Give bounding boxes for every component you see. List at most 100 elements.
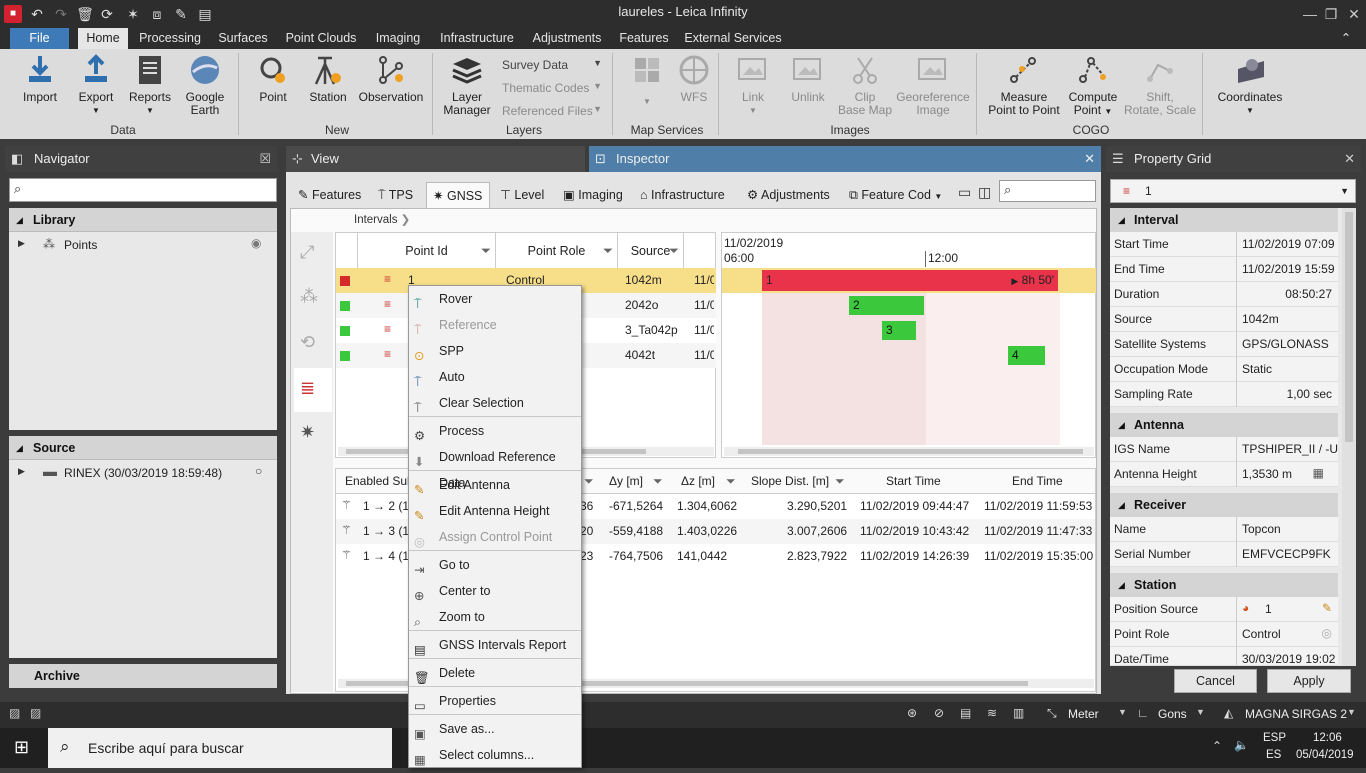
column-header-point-role[interactable]: Point Role ⏷ xyxy=(496,233,618,269)
navigator-search-input[interactable]: ⌕ xyxy=(9,178,277,202)
tab-infrastructure[interactable]: Infrastructure xyxy=(436,28,518,49)
tab-feature-codes[interactable]: ⧉ Feature Cod ▼ xyxy=(849,182,942,208)
menu-item-zoom-to[interactable]: ⌕ Zoom to xyxy=(409,604,581,630)
speaker-icon[interactable]: 🔈 xyxy=(1234,738,1249,752)
column-header-enabled-sub[interactable]: Enabled Sub xyxy=(345,469,414,494)
tree-item-rinex[interactable]: ▶ ▬ RINEX (30/03/2019 18:59:48) ○ xyxy=(9,461,277,485)
tab-level[interactable]: ⊤ Level xyxy=(500,182,544,208)
section-station[interactable]: ◢ Station xyxy=(1110,573,1338,597)
menu-item-edit-antenna-height[interactable]: ✎ Edit Antenna Height xyxy=(409,498,581,524)
minimize-icon[interactable]: — xyxy=(1300,4,1320,24)
chevron-up-icon[interactable]: ⌃ xyxy=(1212,739,1222,753)
network-icon[interactable]: ⁂ xyxy=(300,286,318,307)
menu-item-edit-antenna[interactable]: ✎ Edit Antenna xyxy=(409,472,581,498)
export-button[interactable]: Export ▼ xyxy=(70,53,122,117)
column-header-start-time[interactable]: Start Time xyxy=(886,469,941,494)
menu-item-gnss-intervals-report[interactable]: ▤ GNSS Intervals Report xyxy=(409,632,581,658)
menu-item-properties[interactable]: ▭ Properties xyxy=(409,688,581,714)
section-interval[interactable]: ◢ Interval xyxy=(1110,208,1338,232)
menu-item-clear-selection[interactable]: ⍑ Clear Selection xyxy=(409,390,581,416)
new-point-button[interactable]: Point xyxy=(248,53,298,104)
tab-features[interactable]: ✎ Features xyxy=(298,182,361,208)
menu-item-save-as[interactable]: ▣ Save as... xyxy=(409,716,581,742)
column-header-point-id[interactable]: Point Id ⏷ xyxy=(358,233,496,269)
tab-adjustments[interactable]: Adjustments xyxy=(528,28,606,49)
property-row[interactable]: Position Source 1 ◕ ✎ xyxy=(1110,597,1338,622)
survey-data-dropdown[interactable]: Survey Data ▼ xyxy=(502,58,602,72)
tab-processing[interactable]: Processing xyxy=(136,28,204,49)
collapse-ribbon-icon[interactable]: ⌃ xyxy=(1336,28,1356,49)
georeference-image-button[interactable]: Georeference Image xyxy=(896,53,970,117)
menu-item-delete[interactable]: 🗑 Delete xyxy=(409,660,581,686)
referenced-files-dropdown[interactable]: Referenced Files ▼ xyxy=(502,104,602,118)
edit-pencil-icon[interactable]: ✎ xyxy=(1322,601,1332,615)
close-inspector-icon[interactable]: ✕ xyxy=(1084,146,1095,172)
interval-bar-2[interactable]: 2 xyxy=(849,296,924,315)
section-antenna[interactable]: ◢ Antenna xyxy=(1110,413,1338,437)
clip-base-map-button[interactable]: Clip Base Map xyxy=(836,53,894,117)
unlink-image-button[interactable]: Unlink xyxy=(782,53,834,104)
calculator-icon[interactable]: ▦ xyxy=(1313,466,1324,480)
column-header-end-time[interactable]: End Time xyxy=(1012,469,1063,494)
split-view-icon[interactable]: ◫ xyxy=(978,184,991,201)
apply-button[interactable]: Apply xyxy=(1267,669,1351,693)
map-tiles-button[interactable]: ▼ xyxy=(624,53,670,108)
tab-infrastructure[interactable]: ⌂ Infrastructure xyxy=(640,182,725,208)
property-row[interactable]: IGS Name TPSHIPER_II / -U xyxy=(1110,437,1338,462)
tab-adjustments[interactable]: ⚙ Adjustments xyxy=(747,182,830,208)
link-image-button[interactable]: Link ▼ xyxy=(728,53,778,117)
tab-point-clouds[interactable]: Point Clouds xyxy=(282,28,360,49)
tab-external-services[interactable]: External Services xyxy=(682,28,784,49)
menu-item-auto[interactable]: ⍑ Auto xyxy=(409,364,581,390)
menu-item-select-columns[interactable]: ▦ Select columns... xyxy=(409,742,581,768)
menu-item-go-to[interactable]: ⇥ Go to xyxy=(409,552,581,578)
tab-home[interactable]: Home xyxy=(78,28,128,49)
tab-features[interactable]: Features xyxy=(616,28,672,49)
menu-item-center-to[interactable]: ⊕ Center to xyxy=(409,578,581,604)
coordinates-button[interactable]: Coordinates ▼ xyxy=(1210,53,1290,117)
shift-rotate-scale-button[interactable]: Shift, Rotate, Scale xyxy=(1122,53,1198,117)
layers-status-icon[interactable]: ≋ xyxy=(987,706,997,720)
tab-surfaces[interactable]: Surfaces xyxy=(214,28,272,49)
property-row[interactable]: Point Role Control ◎ xyxy=(1110,622,1338,647)
menu-item-process[interactable]: ⚙ Process xyxy=(409,418,581,444)
role-picker-icon[interactable]: ◎ xyxy=(1322,626,1332,640)
compute-point-button[interactable]: Compute Point ▼ xyxy=(1066,53,1120,118)
windows-start-icon[interactable]: ⊞ xyxy=(14,737,29,758)
inspector-search-input[interactable]: ⌕ xyxy=(999,180,1096,202)
crs-selector[interactable]: MAGNA SIRGAS 2 xyxy=(1245,707,1347,721)
igs-name-dropdown[interactable]: TPSHIPER_II / -U xyxy=(1236,437,1338,462)
timeline-hscrollbar[interactable] xyxy=(724,447,1094,456)
snap-icon[interactable]: ⊛ xyxy=(907,706,917,720)
clock-time[interactable]: 12:06 xyxy=(1313,732,1342,744)
measure-point-to-point-button[interactable]: Measure Point to Point xyxy=(984,53,1064,117)
source-section[interactable]: ◢ Source xyxy=(9,436,277,460)
status-left-icon-2[interactable]: ▨ xyxy=(30,706,41,720)
new-station-button[interactable]: Station xyxy=(302,53,354,104)
thematic-codes-dropdown[interactable]: Thematic Codes ▼ xyxy=(502,81,602,95)
menu-item-download-reference-data[interactable]: ⬇ Download Reference Data xyxy=(409,444,581,490)
angle-selector[interactable]: Gons xyxy=(1158,707,1187,721)
layer-manager-button[interactable]: Layer Manager xyxy=(440,53,494,117)
new-observation-button[interactable]: Observation xyxy=(356,53,426,104)
google-earth-button[interactable]: Google Earth xyxy=(178,53,232,117)
column-header-dy[interactable]: Δy [m] xyxy=(609,469,643,494)
cancel-button[interactable]: Cancel xyxy=(1174,669,1257,693)
restore-icon[interactable]: ❐ xyxy=(1321,4,1341,24)
loop-icon[interactable]: ⟲ xyxy=(300,332,315,353)
filter-icon[interactable]: ⏷ xyxy=(481,233,491,269)
intervals-icon[interactable]: ≣ xyxy=(294,368,332,412)
satellites-icon[interactable]: ✷ xyxy=(300,422,315,443)
close-navigator-icon[interactable]: ☒ xyxy=(259,146,271,172)
tab-imaging[interactable]: ▣ Imaging xyxy=(563,182,623,208)
property-selector-dropdown[interactable]: ≡ 1 ▼ xyxy=(1110,179,1356,203)
menu-item-assign-control-point[interactable]: ◎ Assign Control Point xyxy=(409,524,581,550)
units-selector[interactable]: Meter xyxy=(1068,707,1099,721)
column-header-source[interactable]: Source ⏷ xyxy=(618,233,684,269)
layout-toggle-icon[interactable]: ▭ xyxy=(958,184,971,201)
language-indicator[interactable]: ESP xyxy=(1263,732,1286,744)
visibility-eye-icon[interactable]: ◉ xyxy=(251,236,261,250)
section-receiver[interactable]: ◢ Receiver xyxy=(1110,493,1338,517)
menu-file[interactable]: File xyxy=(10,28,69,49)
table-view-icon[interactable]: ▤ xyxy=(960,706,971,720)
